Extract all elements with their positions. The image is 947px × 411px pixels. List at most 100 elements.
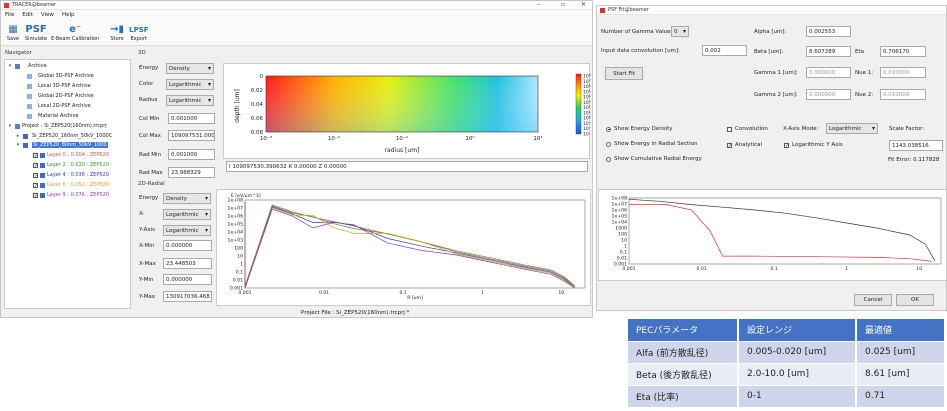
export-button[interactable]: LPSF Export — [129, 20, 148, 45]
plot-2d-radial[interactable]: 1e+08 1e+07 1e+06 1e+05 1e+04 1e+03 100 10 1 0.1 0… — [216, 189, 591, 306]
menu-edit[interactable]: Edit — [22, 12, 33, 18]
y-axis-select[interactable]: Logarithmic — [163, 225, 211, 236]
color-select[interactable]: Logarithmic — [166, 79, 214, 90]
file-icon — [27, 113, 32, 119]
y-max-input[interactable]: 130917036.468 — [163, 291, 212, 302]
fit-error-text: Fit Error: 0.117828 — [888, 157, 940, 163]
heatmap-shade — [266, 76, 538, 132]
minimize-button[interactable]: – — [537, 1, 540, 8]
x-tick-label: 0.001 — [622, 266, 635, 272]
tree-layer-2[interactable]: ✓ Layer 2 : 0.020 : ZEP520 — [33, 162, 109, 168]
fit-plot[interactable]: 1e+08 1e+07 1e+06 1e+05 1e+04 1000 100 10 1 0.1 0.… — [598, 189, 946, 281]
x-min-input[interactable]: 0.000000 — [163, 240, 212, 251]
energy-2d-select[interactable]: Density — [163, 193, 211, 204]
menu-file[interactable]: File — [5, 12, 14, 18]
rad-min-label: Rad Min — [139, 152, 162, 158]
expand-arrow-icon[interactable]: ▸ — [15, 133, 21, 139]
tree-node-local-3d[interactable]: Local 3D-PSF Archive — [27, 83, 91, 89]
colorbar — [575, 73, 582, 135]
save-button[interactable]: ▦ Save — [5, 20, 21, 45]
layer-checkbox[interactable]: ✓ — [33, 172, 38, 178]
eta-input[interactable]: 0.706170 — [880, 46, 926, 57]
col-min-label: Col Min — [139, 116, 160, 122]
log-y-checkbox[interactable]: ✓ Logarithmic Y Axis — [784, 142, 843, 148]
ok-button[interactable]: OK — [896, 294, 934, 306]
maximize-button[interactable]: ▫ — [561, 1, 565, 8]
tree-node-project[interactable]: ▾ Project - Si_ZEP520(160nm).trcprj — [7, 123, 107, 129]
energy-select[interactable]: Density — [166, 63, 214, 74]
plot-3d[interactable]: 10⁻³ 10⁻² 10⁻¹ 10⁰ 10¹ radius [um] 0 0.0… — [223, 63, 592, 159]
colorbar-ticks: 10⁸10⁷10⁶10⁵10⁴10³10²10¹10⁰10⁻¹10⁻²10⁻³ — [583, 74, 592, 138]
checkbox-checked-icon: ✓ — [727, 142, 733, 149]
nue1-input[interactable]: 0.010000 — [880, 67, 926, 78]
x-tick-label: 0.1 — [770, 266, 777, 272]
start-fit-button[interactable]: Start Fit — [605, 67, 643, 80]
scale-factor-input[interactable]: 1143.038516 — [889, 140, 943, 151]
tree-node-80nm[interactable]: ▾ Si_ZEP520_80nm_50kV_1000 — [15, 142, 108, 148]
y-tick-label: 0.1 — [620, 250, 627, 256]
layer-icon — [40, 182, 45, 188]
x-tick-label: 0.1 — [399, 290, 406, 296]
tree-node-local-2d[interactable]: Local 2D-PSF Archive — [27, 103, 91, 109]
radius-select[interactable]: Logarithmic — [166, 95, 214, 106]
expand-arrow-icon[interactable]: ▾ — [7, 123, 13, 129]
show-energy-radial-radio[interactable]: Show Energy in Radial Section — [606, 141, 698, 147]
tree-node-archive[interactable]: ▾ Archive — [7, 63, 47, 69]
menu-help[interactable]: Help — [62, 12, 75, 18]
eta-label: Eta — [855, 49, 865, 55]
col-max-input[interactable]: 109097531.000 — [168, 130, 215, 141]
y-tick-label: 0.01 — [617, 256, 627, 262]
beta-label: Beta [um]: — [754, 49, 784, 55]
x-tick-2: 10⁻¹ — [396, 135, 408, 142]
colorbar-tick: 10⁻² — [583, 126, 591, 132]
gamma1-input[interactable]: 0.300000 — [806, 67, 851, 78]
show-cumulative-radio[interactable]: Show Cumulative Radial Energy — [606, 156, 702, 162]
tree-layer-4[interactable]: ✓ Layer 4 : 0.036 : ZEP520 — [33, 172, 109, 178]
plot-frame — [628, 197, 942, 265]
tree-node-global-3d[interactable]: Global 3D-PSF Archive — [27, 73, 94, 79]
convolution-checkbox[interactable]: Convolution — [727, 126, 768, 132]
tree-layer-9[interactable]: ✓ Layer 9 : 0.076 : ZEP520 — [33, 192, 109, 198]
store-button[interactable]: →▮ Store — [109, 20, 125, 45]
col-min-input[interactable]: 0.001000 — [168, 113, 215, 124]
x-max-input[interactable]: 23.448503 — [163, 258, 212, 269]
gamma2-input[interactable]: 2.000000 — [806, 89, 851, 100]
alpha-input[interactable]: 0.002553 — [806, 26, 851, 37]
layer-checkbox[interactable]: ✓ — [33, 182, 38, 188]
nue2-input[interactable]: 0.010000 — [880, 89, 926, 100]
expand-arrow-icon[interactable]: ▾ — [7, 63, 13, 69]
color-label: Color — [139, 81, 154, 87]
y-min-input[interactable]: 0.000000 — [163, 274, 212, 285]
simulate-button[interactable]: PSF Simulate — [25, 20, 47, 45]
rad-min-input[interactable]: 0.001000 — [168, 149, 215, 160]
tree-node-material[interactable]: Material Archive — [27, 113, 79, 119]
table-header-row: PECパラメータ 設定レンジ 最適値 — [628, 319, 944, 341]
checkbox-icon — [727, 126, 732, 132]
x-tick-label: 0.001 — [238, 290, 251, 296]
tree-layer-0[interactable]: ✓ Layer 0 : 0.004 : ZEP520 — [33, 152, 109, 158]
colorbar-tick: 10² — [583, 105, 591, 111]
layer-checkbox[interactable]: ✓ — [33, 162, 38, 168]
beta-input[interactable]: 8.607289 — [806, 46, 851, 57]
tree-node-global-2d[interactable]: Global 2D-PSF Archive — [27, 93, 94, 99]
close-button[interactable]: ✕ — [581, 1, 586, 8]
ebeam-calibration-button[interactable]: e⁻ E-Beam Calibration — [51, 20, 99, 45]
analytical-checkbox[interactable]: ✓ Analytical — [727, 142, 762, 148]
num-gamma-select[interactable]: 0 — [671, 26, 689, 37]
menu-view[interactable]: View — [41, 12, 54, 18]
cancel-button[interactable]: Cancel — [854, 294, 892, 306]
tree-layer-6[interactable]: ✓ Layer 6 : 0.052 : ZEP520 — [33, 182, 109, 188]
y-tick-label: 1e+05 — [228, 222, 244, 228]
rad-max-input[interactable]: 23.988329 — [168, 167, 215, 178]
layer-checkbox[interactable]: ✓ — [33, 192, 38, 198]
expand-arrow-icon[interactable]: ▾ — [15, 142, 21, 148]
x-min-label: X-Min — [139, 243, 155, 249]
input-conv-field[interactable]: 0.002 — [702, 45, 747, 56]
layer-checkbox[interactable]: ✓ — [33, 152, 38, 158]
x-mode-select[interactable]: Logarithmic — [163, 209, 211, 220]
y-tick-label: 1e+06 — [612, 208, 628, 214]
show-energy-density-radio[interactable]: Show Energy Density — [606, 126, 673, 132]
x-axis-mode-select[interactable]: Logarithmic — [826, 123, 878, 134]
tree-node-160nm[interactable]: ▸ Si_ZEP520_160nm_50kV_1000C — [15, 133, 112, 139]
alpha-label: Alpha [um]: — [754, 29, 787, 35]
